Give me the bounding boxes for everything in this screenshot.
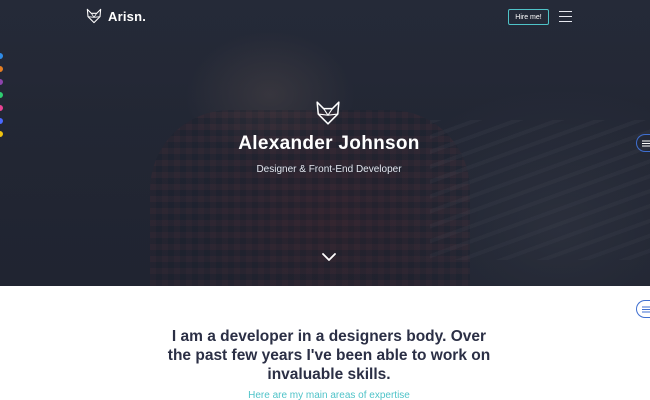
chevron-down-icon[interactable]	[322, 253, 336, 262]
hero-role: Designer & Front-End Developer	[256, 164, 402, 175]
hero-name: Alexander Johnson	[238, 133, 420, 154]
hamburger-menu-icon[interactable]	[559, 11, 572, 22]
brand-logo[interactable]: Arisn.	[86, 8, 146, 24]
brand-name: Arisn.	[108, 8, 147, 24]
expertise-subtitle: Here are my main areas of expertise	[248, 390, 410, 400]
hire-me-button[interactable]: Hire me!	[508, 9, 549, 25]
settings-toggle-bottom[interactable]	[636, 300, 650, 318]
fox-head-icon	[86, 8, 102, 24]
sliders-icon	[642, 306, 650, 312]
intro-headline: I am a developer in a designers body. Ov…	[167, 328, 491, 383]
fox-head-icon	[316, 101, 340, 125]
